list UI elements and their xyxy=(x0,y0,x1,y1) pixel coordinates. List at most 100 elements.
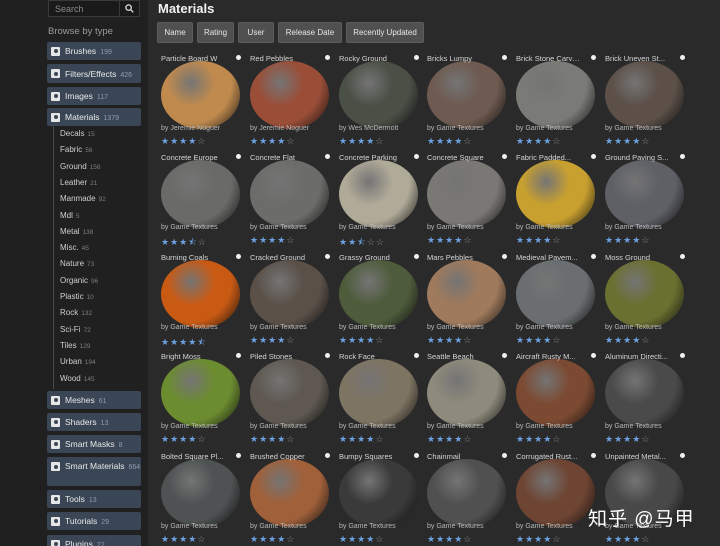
material-card[interactable]: Corrugated Rust... by Game Textures ★★★★☆ xyxy=(516,452,597,546)
material-card[interactable]: Chainmail by Game Textures ★★★★☆ xyxy=(427,452,508,546)
material-card[interactable]: Brick Stone Carved by Game Textures ★★★★☆ xyxy=(516,54,597,151)
category-smart-materials[interactable]: Smart Materials 664 xyxy=(47,457,141,486)
material-name[interactable]: Particle Board W xyxy=(161,54,225,63)
material-name[interactable]: Corrugated Rust... xyxy=(516,452,580,461)
material-preview-sphere[interactable] xyxy=(427,260,506,328)
material-author[interactable]: by Jeremie Noguer xyxy=(161,125,220,132)
material-author[interactable]: by Game Textures xyxy=(161,324,218,331)
download-icon[interactable] xyxy=(414,353,419,358)
material-preview-sphere[interactable] xyxy=(427,459,506,527)
material-name[interactable]: Rock Face xyxy=(339,352,403,361)
material-preview-sphere[interactable] xyxy=(605,160,684,228)
download-icon[interactable] xyxy=(680,453,685,458)
subcategory-rock[interactable]: Rock 132 xyxy=(60,308,92,317)
material-author[interactable]: by Game Textures xyxy=(605,423,662,430)
material-preview-sphere[interactable] xyxy=(339,459,418,527)
material-author[interactable]: by Game Textures xyxy=(427,523,484,530)
material-card[interactable]: Bricks Lumpy by Game Textures ★★★★☆ xyxy=(427,54,508,151)
subcategory-metal[interactable]: Metal 138 xyxy=(60,227,93,236)
material-author[interactable]: by Game Textures xyxy=(427,125,484,132)
subcategory-tiles[interactable]: Tiles 129 xyxy=(60,341,90,350)
category-tutorials[interactable]: Tutorials 29 xyxy=(47,512,141,530)
material-name[interactable]: Unpainted Metal... xyxy=(605,452,669,461)
category-filters-effects[interactable]: Filters/Effects 426 xyxy=(47,64,141,83)
material-card[interactable]: Aircraft Rusty M... by Game Textures ★★★★☆ xyxy=(516,352,597,449)
material-author[interactable]: by Game Textures xyxy=(516,324,573,331)
material-preview-sphere[interactable] xyxy=(605,61,684,129)
subcategory-plastic[interactable]: Plastic 10 xyxy=(60,292,94,301)
category-tools[interactable]: Tools 13 xyxy=(47,490,141,508)
material-preview-sphere[interactable] xyxy=(339,160,418,228)
material-author[interactable]: by Game Textures xyxy=(427,423,484,430)
material-card[interactable]: Rock Face by Game Textures ★★★★☆ xyxy=(339,352,420,449)
material-name[interactable]: Concrete Parking xyxy=(339,153,403,162)
material-card[interactable]: Bright Moss by Game Textures ★★★★☆ xyxy=(161,352,242,449)
material-card[interactable]: Ground Paving S... by Game Textures ★★★★☆ xyxy=(605,153,686,250)
download-icon[interactable] xyxy=(591,353,596,358)
material-card[interactable]: Medieval Pavem... by Game Textures ★★★★☆ xyxy=(516,253,597,350)
material-preview-sphere[interactable] xyxy=(250,61,329,129)
material-card[interactable]: Particle Board Wby Jeremie Noguer ★★★★☆ xyxy=(161,54,242,151)
material-name[interactable]: Chainmail xyxy=(427,452,491,461)
download-icon[interactable] xyxy=(236,154,241,159)
sort-recently-updated-button[interactable]: Recently Updated xyxy=(346,22,424,43)
material-preview-sphere[interactable] xyxy=(161,160,240,228)
search-button[interactable] xyxy=(120,0,140,17)
material-name[interactable]: Piled Stones xyxy=(250,352,314,361)
material-author[interactable]: by Game Textures xyxy=(161,523,218,530)
material-name[interactable]: Bolted Square Pl... xyxy=(161,452,225,461)
material-card[interactable]: Concrete Flat by Game Textures ★★★★☆ xyxy=(250,153,331,250)
material-preview-sphere[interactable] xyxy=(516,260,595,328)
material-author[interactable]: by Game Textures xyxy=(339,324,396,331)
download-icon[interactable] xyxy=(325,254,330,259)
material-name[interactable]: Concrete Square xyxy=(427,153,491,162)
material-author[interactable]: by Game Textures xyxy=(250,523,307,530)
subcategory-leather[interactable]: Leather 21 xyxy=(60,178,97,187)
material-name[interactable]: Rocky Ground xyxy=(339,54,403,63)
sort-release-date-button[interactable]: Release Date xyxy=(278,22,342,43)
material-preview-sphere[interactable] xyxy=(516,160,595,228)
material-name[interactable]: Ground Paving S... xyxy=(605,153,669,162)
material-preview-sphere[interactable] xyxy=(339,61,418,129)
material-preview-sphere[interactable] xyxy=(250,160,329,228)
download-icon[interactable] xyxy=(502,254,507,259)
material-name[interactable]: Moss Ground xyxy=(605,253,669,262)
material-author[interactable]: by Game Textures xyxy=(605,324,662,331)
subcategory-nature[interactable]: Nature 73 xyxy=(60,259,94,268)
download-icon[interactable] xyxy=(591,55,596,60)
material-name[interactable]: Cracked Ground xyxy=(250,253,314,262)
material-author[interactable]: by Game Textures xyxy=(427,224,484,231)
download-icon[interactable] xyxy=(325,353,330,358)
material-name[interactable]: Brick Uneven St... xyxy=(605,54,669,63)
material-card[interactable]: Unpainted Metal... by Game Textures ★★★★☆ xyxy=(605,452,686,546)
material-preview-sphere[interactable] xyxy=(161,61,240,129)
download-icon[interactable] xyxy=(591,453,596,458)
subcategory-mdl[interactable]: Mdl 5 xyxy=(60,211,80,220)
material-card[interactable]: Concrete Square by Game Textures ★★★★☆ xyxy=(427,153,508,250)
material-author[interactable]: by Game Textures xyxy=(516,224,573,231)
download-icon[interactable] xyxy=(502,55,507,60)
material-name[interactable]: Concrete Europe xyxy=(161,153,225,162)
material-card[interactable]: Grassy Ground by Game Textures ★★★★☆ xyxy=(339,253,420,350)
category-plugins[interactable]: Plugins 22 xyxy=(47,535,141,546)
material-name[interactable]: Fabric Padded... xyxy=(516,153,580,162)
download-icon[interactable] xyxy=(414,55,419,60)
subcategory-urban[interactable]: Urban 194 xyxy=(60,357,96,366)
download-icon[interactable] xyxy=(236,353,241,358)
material-name[interactable]: Brushed Copper xyxy=(250,452,314,461)
material-preview-sphere[interactable] xyxy=(161,459,240,527)
material-card[interactable]: Brushed Copper by Game Textures ★★★★☆ xyxy=(250,452,331,546)
material-card[interactable]: Moss Ground by Game Textures ★★★★☆ xyxy=(605,253,686,350)
material-author[interactable]: by Game Textures xyxy=(339,523,396,530)
material-preview-sphere[interactable] xyxy=(605,359,684,427)
material-name[interactable]: Concrete Flat xyxy=(250,153,314,162)
material-preview-sphere[interactable] xyxy=(250,459,329,527)
download-icon[interactable] xyxy=(502,453,507,458)
material-author[interactable]: by Game Textures xyxy=(605,125,662,132)
material-card[interactable]: Burning Coals by Game Textures ★★★★⯪ xyxy=(161,253,242,350)
download-icon[interactable] xyxy=(680,154,685,159)
material-author[interactable]: by Game Textures xyxy=(516,125,573,132)
material-author[interactable]: by Game Textures xyxy=(516,523,573,530)
material-name[interactable]: Brick Stone Carved xyxy=(516,54,580,63)
material-preview-sphere[interactable] xyxy=(250,359,329,427)
